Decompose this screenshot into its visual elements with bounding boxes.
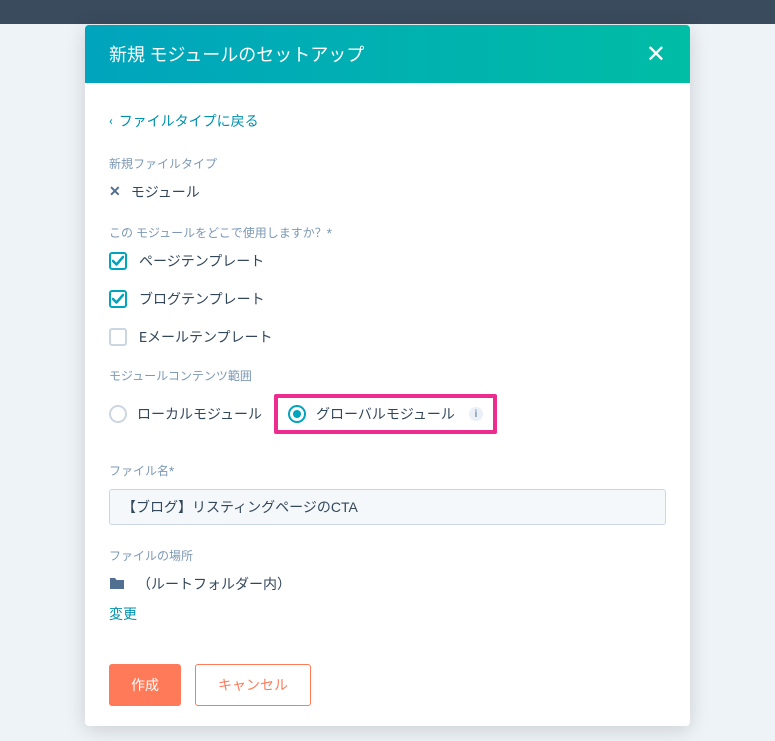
scope-label: モジュールコンテンツ範囲 <box>109 367 666 384</box>
checkbox-icon[interactable] <box>109 290 127 308</box>
usage-label: この モジュールをどこで使用しますか？* <box>109 224 666 241</box>
usage-option-page-template[interactable]: ページテンプレート <box>109 251 666 271</box>
file-name-input[interactable] <box>109 489 666 525</box>
modal-body: ‹ ファイルタイプに戻る 新規ファイルタイプ ✕ モジュール この モジュールを… <box>85 83 690 726</box>
usage-checkbox-group: ページテンプレート ブログテンプレート Eメールテンプレート <box>109 251 666 347</box>
file-type-tag: ✕ モジュール <box>109 182 666 202</box>
usage-option-email-template[interactable]: Eメールテンプレート <box>109 327 666 347</box>
file-type-value: モジュール <box>131 182 200 202</box>
radio-label: ローカルモジュール <box>137 404 262 424</box>
cancel-button[interactable]: キャンセル <box>195 664 311 706</box>
radio-icon[interactable] <box>109 405 127 423</box>
back-to-file-type-link[interactable]: ‹ ファイルタイプに戻る <box>109 111 666 131</box>
radio-dot <box>293 410 301 418</box>
checkbox-icon[interactable] <box>109 252 127 270</box>
location-display: （ルートフォルダー内） <box>109 574 666 594</box>
checkbox-label: ブログテンプレート <box>139 289 265 309</box>
back-link-label: ファイルタイプに戻る <box>119 111 259 131</box>
modal-header: 新規 モジュールのセットアップ ✕ <box>85 25 690 83</box>
checkbox-label: Eメールテンプレート <box>139 327 273 347</box>
change-location-link[interactable]: 変更 <box>109 604 137 624</box>
module-setup-modal: 新規 モジュールのセットアップ ✕ ‹ ファイルタイプに戻る 新規ファイルタイプ… <box>85 25 690 726</box>
tag-remove-icon[interactable]: ✕ <box>109 184 121 200</box>
app-background-header <box>0 0 775 24</box>
checkbox-icon[interactable] <box>109 328 127 346</box>
radio-label: グローバルモジュール <box>316 404 455 424</box>
help-icon[interactable]: i <box>469 407 483 421</box>
modal-footer-buttons: 作成 キャンセル <box>109 664 666 706</box>
checkbox-label: ページテンプレート <box>139 251 264 271</box>
scope-option-local[interactable]: ローカルモジュール <box>109 404 262 424</box>
modal-title: 新規 モジュールのセットアップ <box>109 41 364 67</box>
close-icon[interactable]: ✕ <box>646 42 666 66</box>
folder-icon <box>109 575 125 594</box>
location-value: （ルートフォルダー内） <box>137 574 291 594</box>
scope-option-global[interactable]: グローバルモジュール i <box>274 394 497 434</box>
radio-icon[interactable] <box>288 405 306 423</box>
usage-option-blog-template[interactable]: ブログテンプレート <box>109 289 666 309</box>
location-label: ファイルの場所 <box>109 547 666 564</box>
chevron-left-icon: ‹ <box>109 114 113 128</box>
scope-radio-group: ローカルモジュール グローバルモジュール i <box>109 394 666 434</box>
file-type-label: 新規ファイルタイプ <box>109 155 666 172</box>
create-button[interactable]: 作成 <box>109 664 181 706</box>
file-name-label: ファイル名* <box>109 462 666 479</box>
